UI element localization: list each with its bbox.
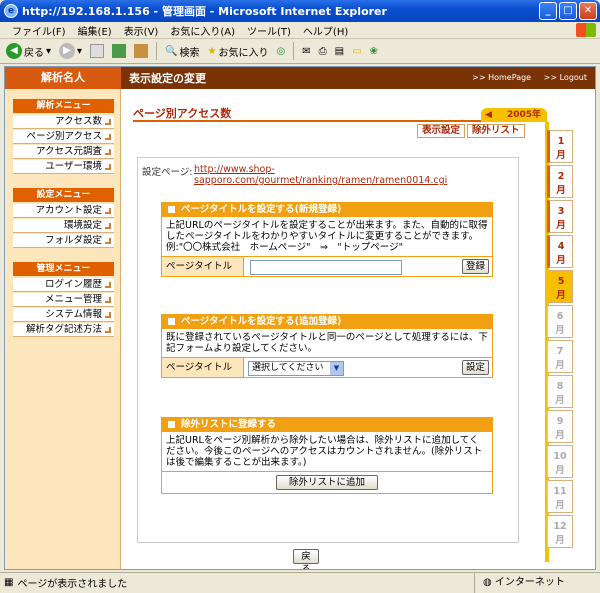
back-button[interactable]: ◀ 戻る ▾ [6, 43, 51, 59]
tab-exclude-list[interactable]: 除外リスト [467, 124, 525, 138]
mail-icon[interactable]: ✉ [302, 46, 310, 57]
close-button[interactable]: ✕ [579, 2, 597, 20]
add-title-description: 既に登録されているページタイトルと同一のページとして処理するには、下記フォームよ… [162, 329, 492, 357]
menu-help[interactable]: ヘルプ(H) [303, 23, 348, 38]
sidebar-item-login-history[interactable]: ログイン履歴 [13, 278, 114, 292]
page-status-icon: ▦ [4, 577, 14, 588]
add-to-exclude-button[interactable]: 除外リストに追加 [276, 475, 378, 490]
add-title-box: ページタイトルを設定する(追加登録) 既に登録されているページタイトルと同一のペ… [161, 314, 493, 378]
sidebar-item-tag-guide[interactable]: 解析タグ記述方法 [13, 323, 114, 337]
status-text: ページが表示されました [17, 579, 128, 590]
edit-icon[interactable]: ▤ [335, 46, 344, 57]
tab-month-10: 10 月 [547, 445, 573, 478]
menu-edit[interactable]: 編集(E) [78, 23, 112, 38]
security-zone: ◍ インターネット [474, 573, 565, 593]
register-button[interactable]: 登録 [462, 259, 490, 274]
refresh-icon[interactable] [112, 44, 127, 58]
tab-month-1[interactable]: 1 月 [547, 130, 573, 163]
brand-logo[interactable]: 解析名人 [5, 67, 121, 89]
setting-page-label: 設定ページ: [142, 167, 193, 178]
search-icon: 🔍 [165, 45, 178, 57]
forward-arrow-icon: ▶ [59, 43, 76, 59]
menubar: ファイル(F) 編集(E) 表示(V) お気に入り(A) ツール(T) ヘルプ(… [0, 22, 600, 39]
back-arrow-icon: ◀ [6, 43, 22, 59]
add-title-heading: ページタイトルを設定する(追加登録) [162, 315, 492, 329]
sidebar-item-account[interactable]: アカウント設定 [13, 204, 114, 218]
year-tab[interactable]: ◀ 2005年 [481, 108, 547, 122]
section-title: ページ別アクセス数 [133, 107, 232, 120]
exclude-description: 上記URLをページ別解析から除外したい場合は、除外リストに追加してください。今後… [162, 432, 492, 471]
exclude-heading: 除外リストに登録する [162, 418, 492, 432]
folder-icon[interactable]: ▭ [352, 46, 361, 57]
ie-icon: e [4, 4, 18, 18]
site-header: 解析名人 表示設定の変更 >> HomePage >> Logout [5, 67, 595, 89]
tab-month-2[interactable]: 2 月 [547, 165, 573, 198]
minimize-button[interactable]: _ [539, 2, 557, 20]
window-title: http://192.168.1.156 - 管理画面 - Microsoft … [22, 5, 387, 18]
month-tabs: 1 月2 月3 月4 月5 月6 月7 月8 月9 月 10 月 11 月 12 月 [547, 130, 573, 550]
back-page-button[interactable]: 戻る [293, 549, 319, 569]
menu-tools[interactable]: ツール(T) [247, 23, 291, 38]
status-bar: ▦ ページが表示されました ◍ インターネット [0, 572, 600, 593]
set-button[interactable]: 設定 [462, 360, 490, 375]
sidebar-section-analysis: 解析メニュー [13, 99, 114, 113]
tab-display-settings[interactable]: 表示設定 [417, 124, 466, 138]
sidebar-section-admin: 管理メニュー [13, 262, 114, 276]
star-icon: ★ [207, 45, 217, 57]
tab-month-8: 8 月 [547, 375, 573, 408]
sidebar-item-environment[interactable]: 環境設定 [13, 219, 114, 233]
sidebar-item-access-count[interactable]: アクセス数 [13, 115, 114, 129]
search-button[interactable]: 🔍 検索 [165, 44, 199, 59]
tab-month-3[interactable]: 3 月 [547, 200, 573, 233]
tab-month-7: 7 月 [547, 340, 573, 373]
windows-logo-icon [576, 23, 596, 37]
tab-month-5[interactable]: 5 月 [547, 270, 573, 303]
sidebar-item-folder[interactable]: フォルダ設定 [13, 234, 114, 248]
setting-page-url[interactable]: http://www.shop-sapporo.com/gourmet/rank… [194, 164, 494, 186]
page-title-select[interactable]: 選択してください ▼ [248, 361, 344, 376]
tab-month-9: 9 月 [547, 410, 573, 443]
menu-file[interactable]: ファイル(F) [12, 23, 66, 38]
forward-button[interactable]: ▶ ▾ [59, 43, 82, 59]
page-title-label: ページタイトル [162, 257, 244, 276]
tab-month-6: 6 月 [547, 305, 573, 338]
tab-month-12: 12 月 [547, 515, 573, 548]
sidebar: 解析メニュー アクセス数 ページ別アクセス アクセス元調査 ユーザー環境 設定メ… [5, 89, 121, 569]
exclude-box: 除外リストに登録する 上記URLをページ別解析から除外したい場合は、除外リストに… [161, 417, 493, 494]
history-icon[interactable]: ◎ [276, 46, 285, 57]
main-content: ページ別アクセス数 ◀ 2005年 表示設定 除外リスト 1 月2 月3 月4 … [123, 89, 595, 569]
sidebar-item-page-access[interactable]: ページ別アクセス [13, 130, 114, 144]
sidebar-item-menu-admin[interactable]: メニュー管理 [13, 293, 114, 307]
new-title-box: ページタイトルを設定する(新規登録) 上記URLのページタイトルを設定することが… [161, 202, 493, 277]
tab-month-4[interactable]: 4 月 [547, 235, 573, 268]
sidebar-item-referrer[interactable]: アクセス元調査 [13, 145, 114, 159]
home-icon[interactable] [134, 44, 149, 58]
chevron-down-icon: ▼ [330, 362, 343, 375]
logout-link[interactable]: >> Logout [544, 73, 587, 82]
sidebar-item-user-env[interactable]: ユーザー環境 [13, 160, 114, 174]
sidebar-section-settings: 設定メニュー [13, 188, 114, 202]
window-titlebar: e http://192.168.1.156 - 管理画面 - Microsof… [0, 0, 600, 22]
stop-icon[interactable] [90, 44, 105, 58]
print-icon[interactable]: ⎙ [319, 46, 327, 57]
globe-icon: ◍ [483, 577, 492, 588]
new-title-description: 上記URLのページタイトルを設定することが出来ます。また、自動的に取得したページ… [162, 217, 492, 256]
new-title-heading: ページタイトルを設定する(新規登録) [162, 203, 492, 217]
favorites-button[interactable]: ★ お気に入り [208, 44, 269, 59]
browser-viewport: 解析名人 表示設定の変更 >> HomePage >> Logout 解析メニュ… [4, 66, 596, 570]
toolbar: ◀ 戻る ▾ ▶ ▾ 🔍 検索 ★ お気に入り ◎ ✉ ⎙ ▤ ▭ ❀ [0, 39, 600, 64]
menu-favorites[interactable]: お気に入り(A) [170, 23, 235, 38]
tab-month-11: 11 月 [547, 480, 573, 513]
messenger-icon[interactable]: ❀ [370, 46, 378, 57]
page-title: 表示設定の変更 [129, 72, 206, 85]
page-title-input[interactable] [250, 260, 402, 275]
settings-panel: 設定ページ: http://www.shop-sapporo.com/gourm… [137, 157, 519, 543]
menu-view[interactable]: 表示(V) [124, 23, 159, 38]
page-title-select-label: ページタイトル [162, 358, 244, 377]
sidebar-item-system-info[interactable]: システム情報 [13, 308, 114, 322]
maximize-button[interactable]: □ [559, 2, 577, 20]
homepage-link[interactable]: >> HomePage [472, 73, 531, 82]
